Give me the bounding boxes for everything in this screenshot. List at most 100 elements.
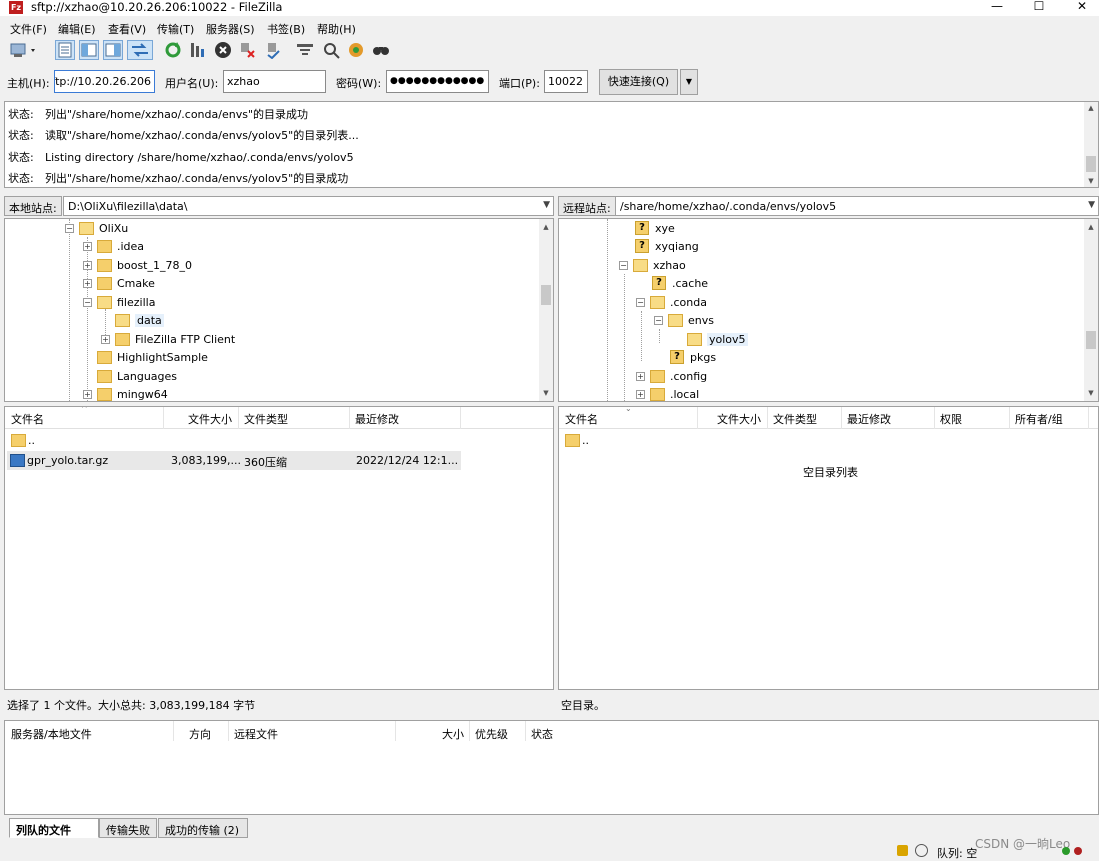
menu-view[interactable]: 查看(V) xyxy=(108,21,146,37)
remote-site-label: 远程站点: xyxy=(558,196,616,216)
scroll-down-icon[interactable]: ▼ xyxy=(1084,387,1098,399)
scroll-up-icon[interactable]: ▲ xyxy=(1084,221,1098,233)
remote-tree-scrollbar[interactable]: ▲ ▼ xyxy=(1084,219,1098,401)
archive-file-icon xyxy=(10,454,25,467)
filter-icon[interactable] xyxy=(295,40,315,60)
tree-node-mingw64[interactable]: + mingw64 xyxy=(83,385,168,401)
tree-node-xye[interactable]: ? xye xyxy=(635,219,675,237)
tab-successful-transfers[interactable]: 成功的传输 (2) xyxy=(158,818,248,838)
unknown-folder-icon: ? xyxy=(635,239,649,253)
tree-node-local[interactable]: + .local xyxy=(636,385,699,401)
column-filename[interactable]: 文件名 xyxy=(11,411,44,427)
tree-node-yolov5[interactable]: yolov5 xyxy=(687,330,748,348)
log-scrollbar[interactable]: ▲ ▼ xyxy=(1084,102,1098,187)
tree-node-data[interactable]: data xyxy=(115,311,164,329)
cancel-icon[interactable] xyxy=(213,40,233,60)
compare-icon[interactable] xyxy=(321,40,341,60)
toolbar xyxy=(0,38,400,62)
toggle-log-icon[interactable] xyxy=(55,40,75,60)
menu-edit[interactable]: 编辑(E) xyxy=(58,21,96,37)
tree-node-cmake[interactable]: + Cmake xyxy=(83,274,155,292)
menu-bookmarks[interactable]: 书签(B) xyxy=(267,21,305,37)
column-modified[interactable]: 最近修改 xyxy=(355,411,399,427)
tree-node-filezilla-ftp-client[interactable]: + FileZilla FTP Client xyxy=(101,330,235,348)
unknown-folder-icon: ? xyxy=(635,221,649,235)
toggle-remote-tree-icon[interactable] xyxy=(103,40,123,60)
scroll-up-icon[interactable]: ▲ xyxy=(539,221,553,233)
scroll-thumb[interactable] xyxy=(1086,331,1096,349)
tree-node-idea[interactable]: + .idea xyxy=(83,237,144,255)
scroll-down-icon[interactable]: ▼ xyxy=(539,387,553,399)
tree-node-pkgs[interactable]: ? pkgs xyxy=(670,348,716,366)
quickconnect-dropdown-button[interactable]: ▼ xyxy=(680,69,698,95)
column-filetype[interactable]: 文件类型 xyxy=(244,411,288,427)
chevron-down-icon[interactable]: ▼ xyxy=(543,200,550,210)
remote-path-input[interactable]: /share/home/xzhao/.conda/envs/yolov5 ▼ xyxy=(615,196,1099,216)
toggle-local-tree-icon[interactable] xyxy=(79,40,99,60)
tree-node-boost[interactable]: + boost_1_78_0 xyxy=(83,256,192,274)
tree-node-highlightsample[interactable]: HighlightSample xyxy=(97,348,208,366)
file-row-gpr-yolo[interactable]: gpr_yolo.tar.gz 3,083,199,... 360压缩 2022… xyxy=(7,451,461,470)
tab-failed-transfers[interactable]: 传输失败 xyxy=(99,818,157,838)
queue-column-server-local-file[interactable]: 服务器/本地文件 xyxy=(11,726,92,742)
refresh-icon[interactable] xyxy=(163,40,183,60)
queue-column-remote-file[interactable]: 远程文件 xyxy=(234,726,278,742)
tree-node-config[interactable]: + .config xyxy=(636,367,707,385)
column-modified[interactable]: 最近修改 xyxy=(847,411,891,427)
file-row-parent[interactable]: .. xyxy=(561,431,861,450)
menu-file[interactable]: 文件(F) xyxy=(10,21,47,37)
transfer-indicator-green-icon xyxy=(1062,847,1070,855)
column-filesize[interactable]: 文件大小 xyxy=(188,411,232,427)
toggle-queue-icon[interactable] xyxy=(127,40,153,60)
port-input[interactable]: 10022 xyxy=(544,70,588,93)
scroll-up-icon[interactable]: ▲ xyxy=(1084,102,1098,114)
sync-browse-icon[interactable] xyxy=(346,40,366,60)
username-input[interactable]: xzhao xyxy=(223,70,326,93)
queue-column-status[interactable]: 状态 xyxy=(531,726,553,742)
close-button[interactable]: ✕ xyxy=(1071,0,1093,14)
minimize-button[interactable]: — xyxy=(986,0,1008,14)
tree-node-conda[interactable]: − .conda xyxy=(636,293,707,311)
file-row-parent[interactable]: .. xyxy=(7,431,461,450)
menu-help[interactable]: 帮助(H) xyxy=(317,21,356,37)
local-tree-scrollbar[interactable]: ▲ ▼ xyxy=(539,219,553,401)
queue-column-priority[interactable]: 优先级 xyxy=(475,726,508,742)
chevron-down-icon[interactable]: ▼ xyxy=(1088,200,1095,210)
tree-node-cache[interactable]: ? .cache xyxy=(652,274,708,292)
local-path-input[interactable]: D:\OliXu\filezilla\data\ ▼ xyxy=(63,196,554,216)
scroll-thumb[interactable] xyxy=(1086,156,1096,172)
column-permissions[interactable]: 权限 xyxy=(940,411,962,427)
host-input[interactable]: ftp://10.20.26.206 xyxy=(54,70,155,93)
queue-column-direction[interactable]: 方向 xyxy=(189,726,211,742)
tab-queued-files[interactable]: 列队的文件 xyxy=(9,818,99,838)
tree-node-xyqiang[interactable]: ? xyqiang xyxy=(635,237,699,255)
folder-icon xyxy=(565,434,580,447)
folder-icon xyxy=(687,332,702,346)
window-title: sftp://xzhao@10.20.26.206:10022 - FileZi… xyxy=(31,0,283,14)
scroll-down-icon[interactable]: ▼ xyxy=(1084,175,1098,187)
quickconnect-button[interactable]: 快速连接(Q) xyxy=(599,69,678,95)
tree-node-filezilla[interactable]: − filezilla xyxy=(83,293,155,311)
column-filename[interactable]: 文件名 xyxy=(565,411,598,427)
tree-node-envs[interactable]: − envs xyxy=(654,311,714,329)
tree-node-languages[interactable]: Languages xyxy=(97,367,177,385)
reconnect-icon[interactable] xyxy=(263,40,283,60)
column-filetype[interactable]: 文件类型 xyxy=(773,411,817,427)
sort-descending-icon: ⌄ xyxy=(625,406,632,413)
scroll-thumb[interactable] xyxy=(541,285,551,305)
column-owner-group[interactable]: 所有者/组 xyxy=(1015,411,1063,427)
tree-node-olixu[interactable]: − OliXu xyxy=(65,219,128,237)
tree-node-xzhao[interactable]: − xzhao xyxy=(619,256,686,274)
queue-column-size[interactable]: 大小 xyxy=(442,726,464,742)
search-icon[interactable] xyxy=(371,40,391,60)
username-label: 用户名(U): xyxy=(165,77,219,90)
menu-transfer[interactable]: 传输(T) xyxy=(157,21,194,37)
password-input[interactable]: ●●●●●●●●●●●● xyxy=(386,70,489,93)
process-queue-icon[interactable] xyxy=(188,40,208,60)
speed-limit-icon[interactable] xyxy=(915,844,928,857)
site-manager-icon[interactable] xyxy=(8,40,40,60)
column-filesize[interactable]: 文件大小 xyxy=(717,411,761,427)
maximize-button[interactable]: ☐ xyxy=(1028,0,1050,14)
disconnect-icon[interactable] xyxy=(238,40,258,60)
menu-server[interactable]: 服务器(S) xyxy=(206,21,255,37)
